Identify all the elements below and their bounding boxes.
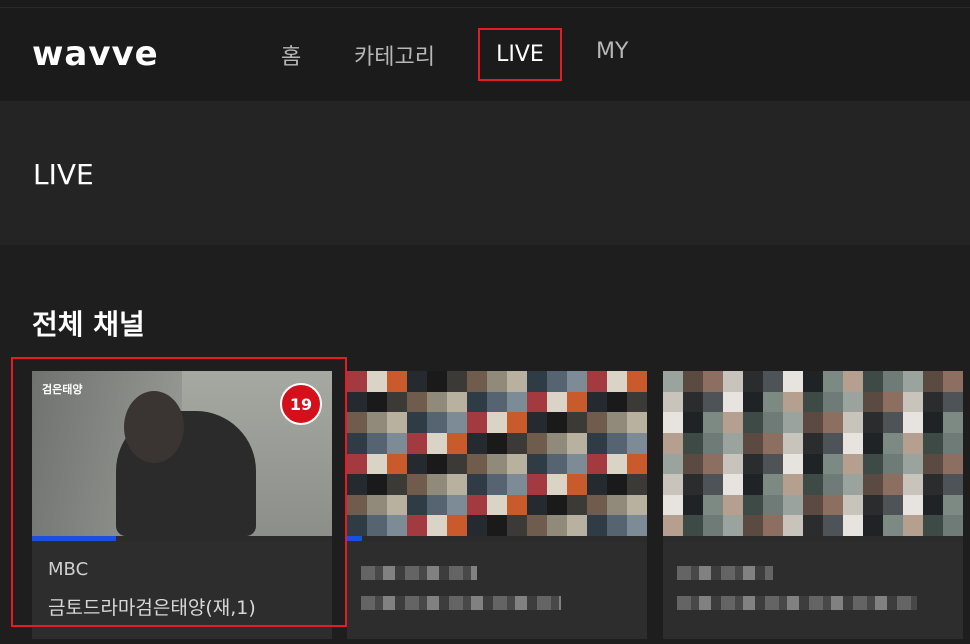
- section-title: 전체 채널: [32, 308, 145, 341]
- program-title: 금토드라마검은태양(재,1): [48, 597, 256, 619]
- channel-thumbnail[interactable]: [347, 371, 647, 536]
- blurred-channel-name: [361, 566, 477, 580]
- nav-tab-my[interactable]: MY: [596, 39, 628, 64]
- channel-card-3[interactable]: [663, 371, 963, 639]
- channel-info: MBC 금토드라마검은태양(재,1): [32, 541, 332, 639]
- blurred-program-title: [677, 596, 917, 610]
- age-rating-badge: 19: [280, 383, 322, 425]
- nav-tab-category[interactable]: 카테고리: [354, 39, 435, 71]
- channel-info: [347, 541, 647, 639]
- wavve-logo[interactable]: wavve: [32, 34, 159, 74]
- pixelated-thumbnail: [347, 371, 647, 536]
- show-title-overlay: 검은태양: [42, 383, 83, 396]
- all-channels-section: 전체 채널 검은태양 19 MBC 금토드라마검은태양(재,1): [0, 245, 970, 644]
- nav-tab-home[interactable]: 홈: [281, 39, 301, 71]
- nav-tab-live[interactable]: LIVE: [478, 28, 562, 81]
- channel-name: MBC: [48, 559, 89, 580]
- top-border: [0, 0, 970, 8]
- page-banner: LIVE: [0, 101, 970, 245]
- top-header: wavve 홈 카테고리 LIVE MY: [0, 8, 970, 101]
- channel-info: [663, 541, 963, 639]
- page-title: LIVE: [33, 158, 94, 191]
- channel-thumbnail[interactable]: [663, 371, 963, 536]
- channel-card-mbc[interactable]: 검은태양 19 MBC 금토드라마검은태양(재,1): [32, 371, 332, 639]
- pixelated-thumbnail: [663, 371, 963, 536]
- channel-thumbnail[interactable]: 검은태양 19: [32, 371, 332, 536]
- channel-card-2[interactable]: [347, 371, 647, 639]
- blurred-program-title: [361, 596, 561, 610]
- blurred-channel-name: [677, 566, 773, 580]
